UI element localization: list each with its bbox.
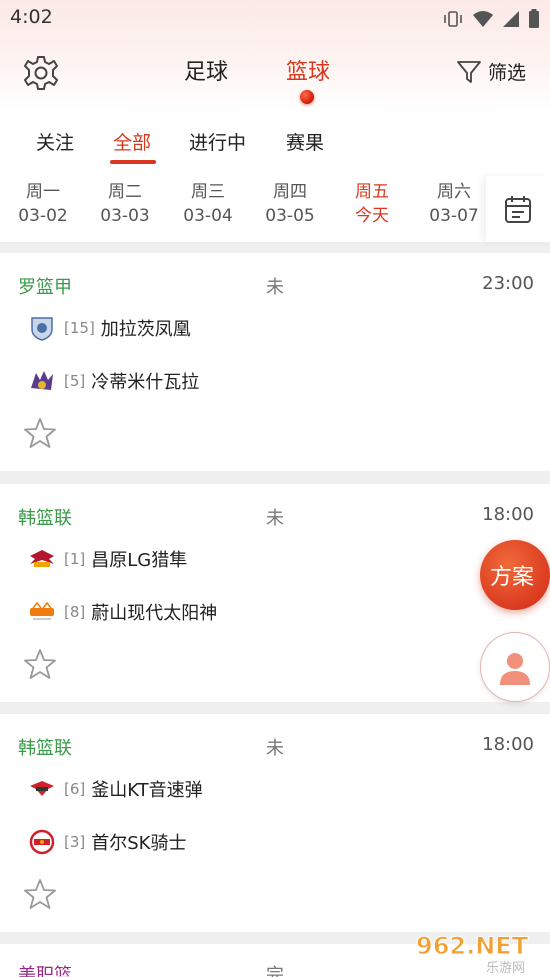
team-name: 冷蒂米什瓦拉 [91,372,200,393]
day-weekday: 周六 [437,182,471,202]
watermark-text: 962.NET [416,932,529,960]
tab-results[interactable]: 赛果 [286,128,324,155]
team-rank: [3] [64,833,86,851]
filter-button[interactable]: 筛选 [456,58,526,85]
away-team: [3] 首尔SK骑士 [28,827,186,857]
team-logo [28,314,56,342]
header: 足球 篮球 筛选 [0,40,550,110]
user-fab-button[interactable] [480,632,550,702]
league-name[interactable]: 韩篮联 [18,504,72,530]
day-item[interactable]: 周二 03-03 [90,180,160,228]
home-team: [15] 加拉茨凤凰 [28,313,191,343]
tab-basketball[interactable]: 篮球 [286,54,330,86]
active-tab-ball-indicator [300,90,314,104]
team-rank: [5] [64,372,86,390]
match-status: 完 [266,965,284,977]
match-status: 未 [266,738,284,759]
status-time: 4:02 [10,6,53,28]
team-rank: [15] [64,319,95,337]
day-item[interactable]: 周六 03-07 [419,180,489,228]
team-name: 蔚山现代太阳神 [91,603,218,624]
plan-fab-label: 方案 [490,565,535,590]
day-weekday: 周五 [355,182,389,202]
calendar-icon [505,196,531,223]
filter-label: 筛选 [488,62,527,84]
date-selector: 周一 03-02 周二 03-03 周三 03-04 周四 03-05 周五 今… [0,176,550,242]
day-date: 03-03 [100,206,150,226]
team-rank: [6] [64,780,86,798]
match-status: 未 [266,508,284,529]
signal-icon [503,11,519,27]
vibrate-icon [444,11,462,27]
team-logo [28,598,56,626]
match-card[interactable]: 罗篮甲 未 23:00 [15] 加拉茨凤凰 [5] 冷蒂米什瓦拉 [0,253,550,471]
battery-icon [529,9,539,28]
team-name: 昌原LG猎隼 [91,550,188,571]
team-name: 加拉茨凤凰 [100,319,191,340]
tab-all[interactable]: 全部 [113,128,151,155]
day-weekday: 周四 [273,182,307,202]
team-logo [28,545,56,573]
day-date: 03-05 [265,206,315,226]
home-team: [6] 釜山KT音速弹 [28,774,203,804]
status-icons [442,9,540,29]
star-icon[interactable] [24,878,56,910]
status-bar: 4:02 [0,0,550,36]
match-time: 18:00 [482,504,534,525]
day-weekday: 周三 [191,182,225,202]
team-rank: [8] [64,603,86,621]
match-card[interactable]: 韩篮联 未 18:00 [6] 釜山KT音速弹 [3] 首尔SK骑士 [0,714,550,932]
tab-following[interactable]: 关注 [36,128,74,155]
watermark-subtext: 乐游网 [486,961,525,976]
day-date: 03-07 [429,206,479,226]
plan-fab-button[interactable]: 方案 [480,540,550,610]
team-logo [28,775,56,803]
sub-tabs: 关注 全部 进行中 赛果 [0,124,550,168]
day-item[interactable]: 周四 03-05 [255,180,325,228]
home-team: [1] 昌原LG猎隼 [28,544,187,574]
match-card[interactable]: 韩篮联 未 18:00 [1] 昌原LG猎隼 [8] 蔚山现代太阳神 [0,484,550,702]
match-time: 18:00 [482,734,534,755]
league-name[interactable]: 罗篮甲 [18,273,72,299]
team-rank: [1] [64,550,86,568]
league-name[interactable]: 韩篮联 [18,734,72,760]
tab-in-progress[interactable]: 进行中 [189,128,246,155]
day-date: 今天 [355,206,389,226]
away-team: [8] 蔚山现代太阳神 [28,597,217,627]
calendar-button[interactable] [486,176,550,242]
filter-icon [457,60,481,83]
day-item[interactable]: 周三 03-04 [173,180,243,228]
day-weekday: 周二 [108,182,142,202]
day-item[interactable]: 周一 03-02 [8,180,78,228]
day-date: 03-02 [18,206,68,226]
star-icon[interactable] [24,417,56,449]
site-watermark: 962.NET 乐游网 [412,928,550,977]
match-status: 未 [266,277,284,298]
tab-football[interactable]: 足球 [184,54,228,86]
active-tab-underline [110,160,156,164]
team-name: 首尔SK骑士 [91,833,187,854]
away-team: [5] 冷蒂米什瓦拉 [28,366,199,396]
user-icon [500,653,530,685]
league-name[interactable]: 美职篮 [18,961,72,977]
day-date: 03-04 [183,206,233,226]
team-name: 釜山KT音速弹 [91,780,203,801]
match-time: 23:00 [482,273,534,294]
wifi-icon [473,11,493,27]
star-icon[interactable] [24,648,56,680]
day-item-today[interactable]: 周五 今天 [337,180,407,228]
team-logo [28,828,56,856]
day-weekday: 周一 [26,182,60,202]
gear-icon[interactable] [22,54,60,92]
team-logo [28,367,56,395]
